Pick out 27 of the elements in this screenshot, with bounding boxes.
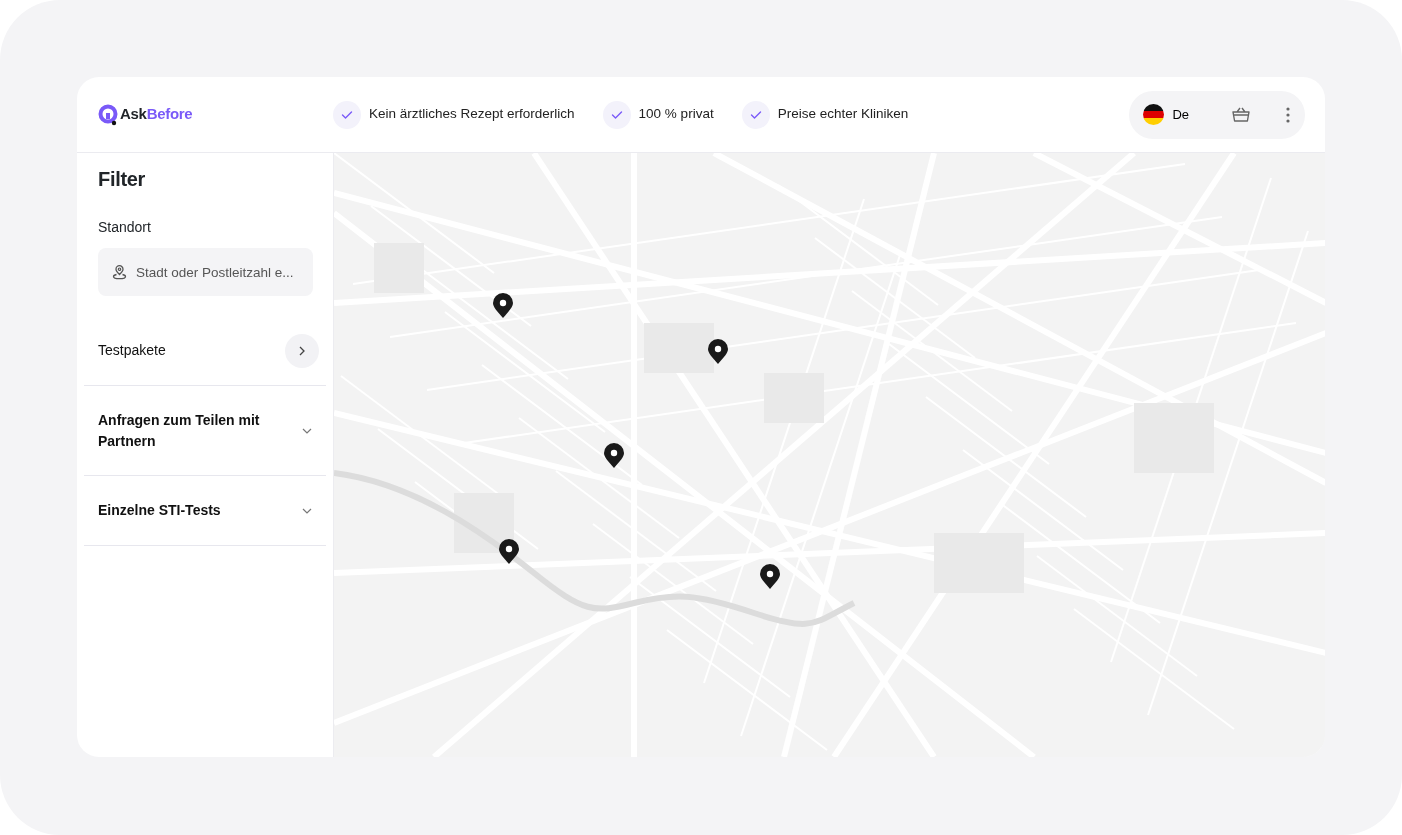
flag-icon <box>1143 104 1165 125</box>
filter-section[interactable]: Einzelne STI-Tests <box>84 476 326 546</box>
location-label: Standort <box>98 218 152 237</box>
location-field[interactable]: Stadt oder Postleitzahl e... <box>98 248 313 296</box>
feature-text: 100 % privat <box>638 105 714 124</box>
more-menu-icon[interactable] <box>1285 105 1291 124</box>
feature-text: Preise echter Kliniken <box>777 105 909 124</box>
map-pin-icon[interactable] <box>498 539 520 565</box>
basket-icon[interactable] <box>1231 105 1251 124</box>
filter-section[interactable]: Anfragen zum Teilen mit Partnern <box>84 386 326 476</box>
chevron-right-icon <box>285 333 319 368</box>
map-pin-icon[interactable] <box>759 564 781 590</box>
chevron-down-icon <box>302 507 312 514</box>
check-icon <box>333 100 361 129</box>
chevron-down-icon <box>302 427 312 434</box>
logo-text[interactable]: AskBefore <box>120 103 193 126</box>
check-icon <box>741 100 770 129</box>
language-button[interactable]: De <box>1143 104 1189 125</box>
logo-icon <box>98 103 118 126</box>
filter-section[interactable]: Testpakete <box>84 316 326 386</box>
check-icon <box>602 100 631 129</box>
filter-title: Filter <box>98 167 147 191</box>
map-pin-icon[interactable] <box>492 293 514 319</box>
feature-text: Kein ärztliches Rezept erforderlich <box>369 105 575 124</box>
location-pin-icon <box>112 264 127 280</box>
map-pin-icon[interactable] <box>707 339 729 365</box>
map-pin-icon[interactable] <box>603 443 625 469</box>
